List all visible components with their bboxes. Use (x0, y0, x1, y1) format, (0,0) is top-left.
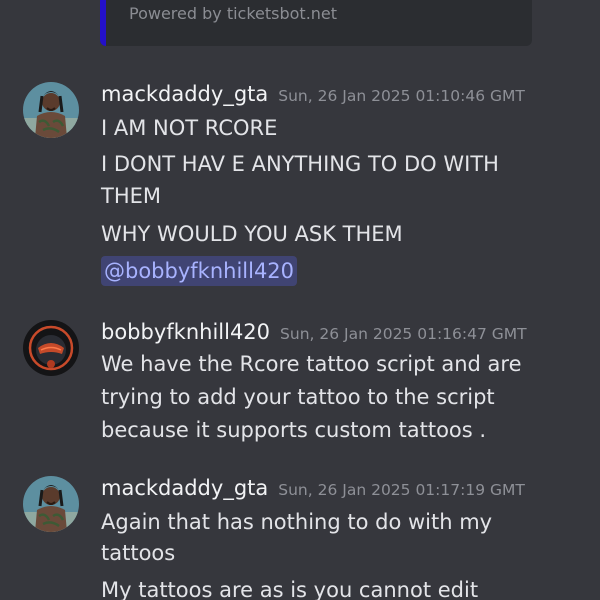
message-text: I AM NOT RCORE (101, 116, 278, 140)
message-text: I DONT HAV E ANYTHING TO DO WITH (101, 152, 499, 176)
avatar[interactable] (23, 82, 79, 138)
timestamp: Sun, 26 Jan 2025 01:17:19 GMT (278, 481, 525, 499)
user-mention[interactable]: @bobbyfknhill420 (101, 256, 298, 286)
chat-view: Powered by ticketsbot.net mackdaddy_gta S… (0, 0, 600, 600)
avatar[interactable] (23, 320, 79, 376)
message-text: trying to add your tattoo to the script (101, 385, 495, 409)
tattooed-man-avatar-icon (23, 476, 79, 532)
avatar[interactable] (23, 476, 79, 532)
message-text: We have the Rcore tattoo script and are (101, 352, 522, 376)
message-text: My tattoos are as is you cannot edit (101, 578, 479, 600)
message-text: because it supports custom tattoos . (101, 418, 487, 442)
embed-accent-bar (100, 0, 106, 46)
message-text: WHY WOULD YOU ASK THEM (101, 222, 403, 246)
message-text: Again that has nothing to do with my (101, 510, 493, 534)
helmet-avatar-icon (23, 320, 79, 376)
username[interactable]: mackdaddy_gta (101, 476, 268, 500)
ticket-embed: Powered by ticketsbot.net (100, 0, 532, 46)
message-text: THEM (101, 184, 162, 208)
timestamp: Sun, 26 Jan 2025 01:16:47 GMT (280, 325, 527, 343)
embed-footer: Powered by ticketsbot.net (129, 4, 338, 23)
timestamp: Sun, 26 Jan 2025 01:10:46 GMT (278, 87, 525, 105)
tattooed-man-avatar-icon (23, 82, 79, 138)
username[interactable]: mackdaddy_gta (101, 82, 268, 106)
username[interactable]: bobbyfknhill420 (101, 320, 270, 344)
message-text: tattoos (101, 541, 176, 565)
